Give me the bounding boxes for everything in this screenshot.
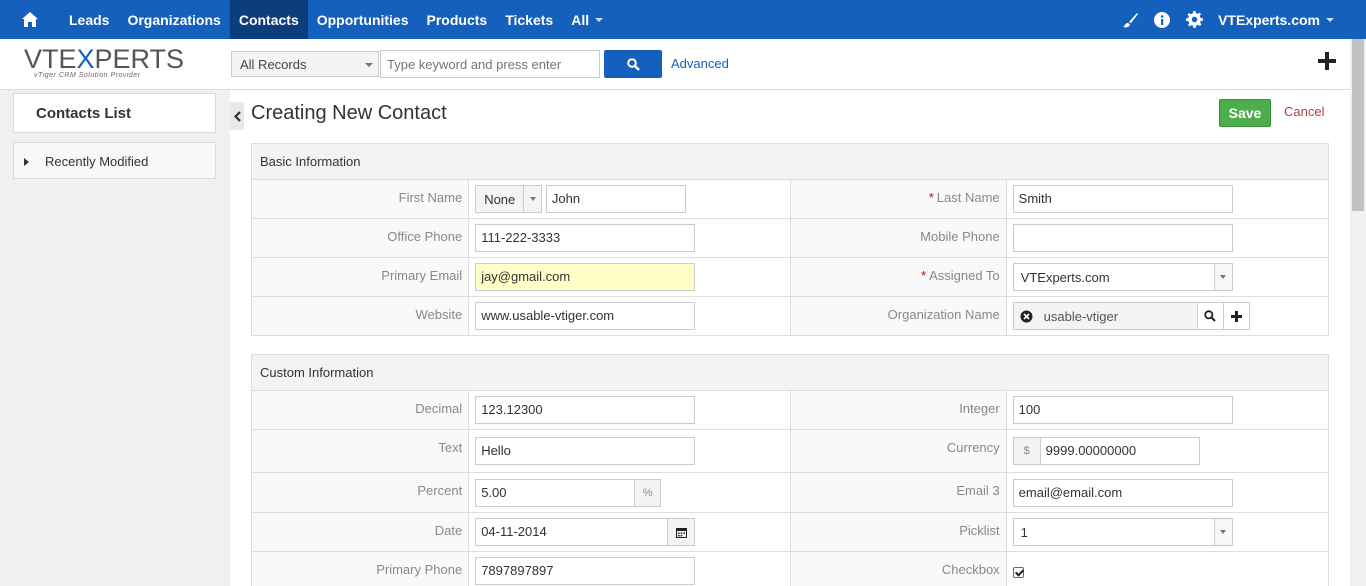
percent-label: Percent <box>250 472 470 513</box>
calendar-icon[interactable] <box>668 518 696 546</box>
advanced-search-link[interactable]: Advanced <box>671 56 729 71</box>
gear-icon[interactable] <box>1178 0 1210 39</box>
salutation-select[interactable]: None <box>475 185 543 213</box>
logo-wordmark: VTEXPERTS <box>24 44 185 74</box>
nav-tickets[interactable]: Tickets <box>496 0 562 39</box>
organization-name-label: Organization Name <box>790 296 1007 336</box>
nav-all-label: All <box>571 11 590 28</box>
vertical-scrollbar[interactable] <box>1350 39 1366 586</box>
date-field-group: 04-11-2014 <box>475 518 696 546</box>
organization-reference-field: usable-vtiger <box>1012 302 1250 330</box>
primary-email-field[interactable]: jay@gmail.com <box>475 263 696 291</box>
date-label: Date <box>250 512 470 552</box>
integer-field[interactable]: 100 <box>1012 396 1233 424</box>
email3-label: Email 3 <box>790 472 1007 513</box>
records-filter-value: All Records <box>240 57 307 72</box>
text-label: Text <box>250 429 470 473</box>
home-icon[interactable] <box>0 0 60 39</box>
nav-products[interactable]: Products <box>418 0 497 39</box>
percent-field-group: 5.00 % <box>475 478 662 507</box>
currency-label: Currency <box>790 429 1007 473</box>
decimal-label: Decimal <box>250 390 470 430</box>
mobile-phone-field[interactable] <box>1012 224 1233 252</box>
cancel-link[interactable]: Cancel <box>1284 104 1324 119</box>
picklist-select[interactable]: 1 <box>1012 518 1233 546</box>
dropdown-arrow-icon <box>365 63 373 67</box>
website-label: Website <box>250 296 470 336</box>
nav-opportunities[interactable]: Opportunities <box>308 0 418 39</box>
quick-create-plus-icon[interactable] <box>1318 52 1336 73</box>
decimal-field[interactable]: 123.12300 <box>475 396 696 424</box>
recently-modified-label: Recently Modified <box>45 154 149 169</box>
basic-information-header: Basic Information <box>251 143 1329 180</box>
mobile-phone-label: Mobile Phone <box>790 218 1007 258</box>
search-bar: VTEXPERTS vTiger CRM Solution Provider A… <box>0 39 1366 90</box>
nav-leads[interactable]: Leads <box>60 0 118 39</box>
chevron-left-icon <box>233 110 241 122</box>
user-name: VTExperts.com <box>1218 11 1320 28</box>
nav-organizations[interactable]: Organizations <box>118 0 229 39</box>
integer-label: Integer <box>790 390 1007 430</box>
vtexperts-logo[interactable]: VTEXPERTS vTiger CRM Solution Provider <box>24 44 185 84</box>
primary-phone-field[interactable]: 7897897897 <box>475 557 696 585</box>
first-name-label: First Name <box>250 179 470 219</box>
last-name-label: * Last Name <box>790 179 1007 219</box>
website-field[interactable]: www.usable-vtiger.com <box>475 302 696 330</box>
search-input[interactable] <box>380 50 600 78</box>
paintbrush-icon[interactable] <box>1114 0 1146 39</box>
search-icon <box>626 57 640 71</box>
assigned-to-select[interactable]: VTExperts.com <box>1012 263 1233 291</box>
add-organization-plus-icon[interactable] <box>1222 303 1249 329</box>
primary-email-label: Primary Email <box>250 257 470 297</box>
assigned-to-label: * Assigned To <box>790 257 1007 297</box>
search-icon[interactable] <box>1196 303 1223 329</box>
currency-symbol: $ <box>1012 437 1041 465</box>
scrollbar-thumb[interactable] <box>1352 39 1364 211</box>
text-field[interactable]: Hello <box>475 437 696 465</box>
recently-modified-toggle[interactable]: Recently Modified <box>13 142 216 179</box>
required-asterisk: * <box>921 268 927 283</box>
dropdown-arrow-icon <box>1220 530 1227 534</box>
dropdown-arrow-icon <box>1220 275 1227 279</box>
nav-contacts[interactable]: Contacts <box>229 0 308 39</box>
dropdown-arrow-icon <box>529 197 536 201</box>
percent-field[interactable]: 5.00 <box>475 478 636 507</box>
picklist-label: Picklist <box>790 512 1007 552</box>
top-navigation-bar: Leads Organizations Contacts Opportuniti… <box>0 0 1366 39</box>
collapse-sidebar-button[interactable] <box>230 102 244 130</box>
search-button[interactable] <box>604 50 662 78</box>
percent-symbol: % <box>635 478 662 507</box>
email3-field[interactable]: email@email.com <box>1012 478 1233 507</box>
chevron-down-icon <box>1326 17 1334 22</box>
clear-reference-icon[interactable] <box>1014 303 1040 329</box>
info-icon[interactable] <box>1146 0 1178 39</box>
salutation-value: None <box>484 192 516 207</box>
date-field[interactable]: 04-11-2014 <box>475 518 669 546</box>
user-menu[interactable]: VTExperts.com <box>1210 12 1366 28</box>
picklist-value: 1 <box>1020 525 1028 540</box>
chevron-down-icon <box>595 17 604 22</box>
expand-triangle-icon <box>24 158 29 166</box>
sidebar: Contacts List Recently Modified <box>0 90 230 586</box>
nav-all-menu[interactable]: All <box>562 0 612 39</box>
first-name-field[interactable]: John <box>545 185 686 213</box>
assigned-to-value: VTExperts.com <box>1020 270 1110 285</box>
office-phone-field[interactable]: 111-222-3333 <box>475 224 696 252</box>
custom-information-block: Custom Information Decimal 123.12300 Int… <box>250 354 1330 586</box>
currency-field[interactable]: 9999.00000000 <box>1040 437 1200 465</box>
office-phone-label: Office Phone <box>250 218 470 258</box>
organization-name-value: usable-vtiger <box>1043 309 1119 324</box>
records-filter-select[interactable]: All Records <box>231 51 379 77</box>
custom-information-header: Custom Information <box>251 354 1329 391</box>
page-title: Creating New Contact <box>251 102 447 124</box>
required-asterisk: * <box>928 190 934 205</box>
basic-information-block: Basic Information First Name None John *… <box>250 143 1330 336</box>
save-button[interactable]: Save <box>1219 99 1271 127</box>
primary-phone-label: Primary Phone <box>250 551 470 586</box>
checkbox-label: Checkbox <box>790 551 1007 586</box>
contacts-list-title[interactable]: Contacts List <box>13 93 216 133</box>
currency-field-group: $ 9999.00000000 <box>1012 437 1200 465</box>
last-name-field[interactable]: Smith <box>1012 185 1233 213</box>
checkbox-field[interactable] <box>1012 566 1024 578</box>
